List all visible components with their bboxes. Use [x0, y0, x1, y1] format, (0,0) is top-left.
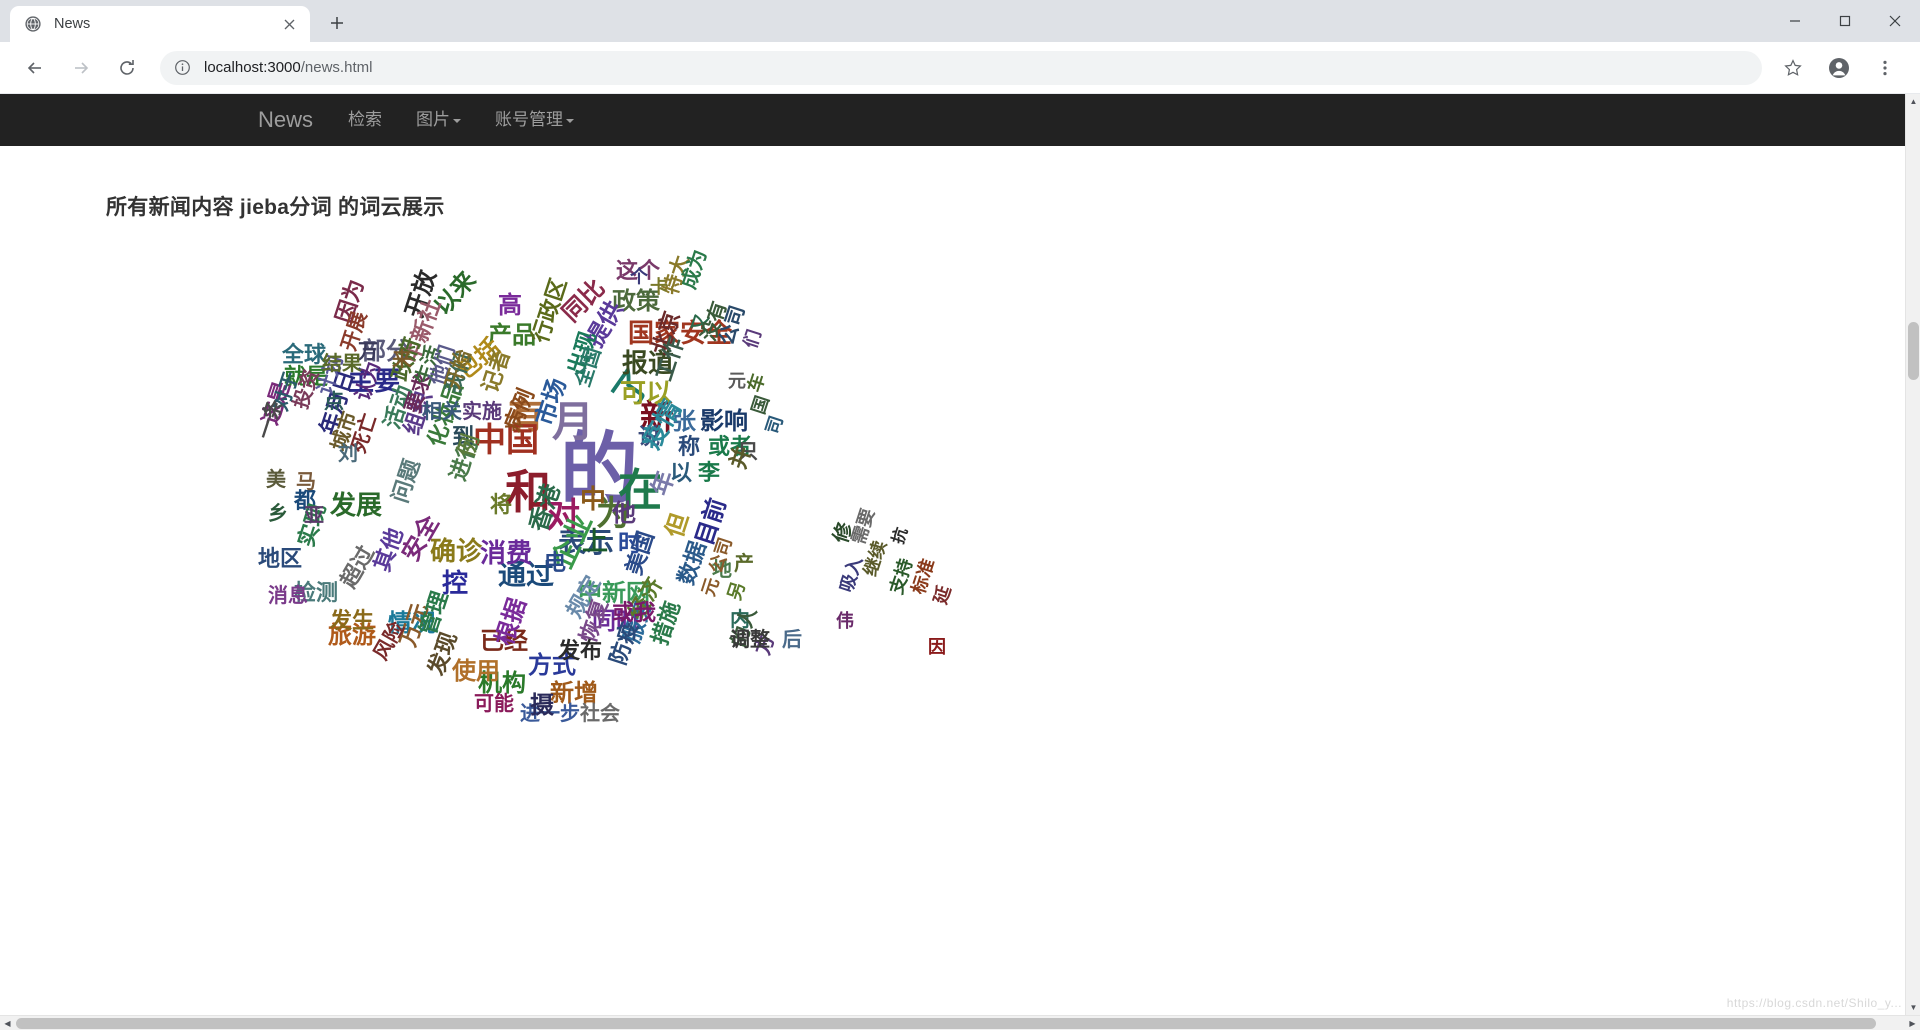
wordcloud-word: 车: [744, 371, 770, 395]
wordcloud-word: 但: [660, 509, 695, 542]
wordcloud-word: 相关: [422, 399, 462, 423]
browser-window: News localhost:3000/news.html News 检索 图片…: [0, 0, 1920, 1030]
wordcloud-word: 美: [266, 467, 286, 491]
wordcloud-word: 因: [928, 637, 946, 658]
reload-icon[interactable]: [110, 51, 144, 85]
toolbar-right-group: [1770, 51, 1908, 85]
wordcloud-word: 他: [612, 499, 636, 527]
profile-avatar-icon[interactable]: [1822, 51, 1856, 85]
nav-item-label: 图片: [416, 110, 451, 129]
wordcloud-word: 乡: [268, 501, 288, 525]
wordcloud-word: 高: [498, 291, 522, 319]
wordcloud-word: 上: [582, 527, 609, 557]
wordcloud-word: 另: [724, 579, 750, 603]
wordcloud-word: 消费: [480, 539, 533, 569]
chevron-down-icon: [566, 118, 575, 123]
wordcloud-word: 调整: [730, 627, 770, 651]
horizontal-scrollbar[interactable]: ◀ ▶: [0, 1015, 1920, 1030]
wordcloud-word: 来: [392, 347, 412, 371]
wordcloud-word: 管理: [416, 588, 454, 639]
wordcloud-word: 发布: [558, 639, 603, 664]
wordcloud-word: 消息: [268, 583, 308, 607]
wordcloud-word: 实施: [462, 399, 502, 423]
wordcloud-word: 伟: [836, 611, 854, 632]
page-viewport: News 检索 图片 账号管理 所有新闻内容 jieba分词 的词云展示 的和在…: [0, 94, 1920, 1030]
wordcloud-word: 或我: [612, 601, 657, 626]
wordcloud-word: 称: [678, 435, 701, 460]
wordcloud-word: 个: [630, 267, 648, 288]
wordcloud-word: 中: [580, 485, 607, 515]
wordcloud-word: 抗: [888, 525, 912, 547]
wordcloud-word: 结果: [322, 351, 362, 375]
horizontal-scrollbar-thumb[interactable]: [16, 1018, 1876, 1029]
nav-item-images[interactable]: 图片: [399, 94, 478, 146]
tab-title: News: [54, 16, 91, 32]
close-icon[interactable]: [278, 13, 300, 35]
nav-item-account-management[interactable]: 账号管理: [478, 94, 591, 146]
wordcloud-word: 一条: [252, 396, 288, 442]
site-navbar: News 检索 图片 账号管理: [0, 94, 1920, 146]
globe-icon: [24, 15, 42, 33]
wordcloud-word: 司: [762, 413, 788, 437]
nav-brand-news[interactable]: News: [240, 94, 331, 146]
vertical-scrollbar[interactable]: ▲ ▼: [1905, 94, 1920, 1015]
tab-strip: News: [0, 0, 1920, 42]
scroll-down-icon[interactable]: ▼: [1906, 1000, 1920, 1015]
plus-icon[interactable]: [320, 6, 354, 40]
nav-item-label: 账号管理: [495, 110, 564, 129]
scroll-right-icon[interactable]: ▶: [1905, 1016, 1920, 1030]
address-bar[interactable]: localhost:3000/news.html: [160, 50, 1762, 85]
minimize-icon[interactable]: [1770, 0, 1820, 42]
scroll-up-icon[interactable]: ▲: [1906, 94, 1920, 109]
wordcloud-word: 亚: [304, 503, 324, 527]
browser-toolbar: localhost:3000/news.html: [0, 42, 1920, 94]
window-controls: [1770, 0, 1920, 42]
watermark-text: https://blog.csdn.net/Shilo_y...: [1726, 996, 1902, 1010]
wordcloud-word: 全球: [282, 343, 327, 368]
maximize-icon[interactable]: [1820, 0, 1870, 42]
wordcloud-word: 电: [544, 551, 567, 576]
wordcloud-word: 将: [490, 493, 513, 518]
wordcloud-word: 产: [734, 551, 754, 575]
window-close-icon[interactable]: [1870, 0, 1920, 42]
back-arrow-icon[interactable]: [18, 51, 52, 85]
wordcloud-word: 点: [324, 389, 344, 413]
wordcloud-word: 卡: [650, 277, 668, 298]
scroll-left-icon[interactable]: ◀: [0, 1016, 15, 1030]
nav-item-label: 检索: [348, 110, 383, 129]
star-icon[interactable]: [1776, 51, 1810, 85]
wordcloud-word: 吸入: [836, 554, 868, 595]
vertical-scrollbar-thumb[interactable]: [1908, 322, 1919, 380]
wordcloud-word: 们: [740, 327, 766, 351]
wordcloud-word: 发生: [330, 609, 375, 634]
wordcloud-word: 刘: [338, 441, 358, 465]
info-circle-icon[interactable]: [174, 59, 192, 77]
wordcloud-word: 影响: [700, 407, 748, 435]
wordcloud-word: 地区: [258, 547, 303, 572]
forward-arrow-icon: [64, 51, 98, 85]
wordcloud-word: 延: [930, 583, 956, 607]
url-path: /news.html: [300, 59, 373, 76]
chevron-down-icon: [453, 118, 462, 123]
wordcloud-word: 后: [782, 627, 802, 651]
wordcloud-word: 马: [296, 469, 316, 493]
wordcloud-word: 可能: [474, 691, 514, 715]
url-text: localhost:3000/news.html: [204, 59, 372, 76]
url-host: localhost:3000: [204, 59, 301, 76]
wordcloud-canvas: 的和在月有中国对为新了表示 国家安全 报道 可以 政策 这个 通过 确诊 消费 发展 企业 情况 旅游机…: [230, 241, 1010, 931]
browser-tab-news[interactable]: News: [10, 6, 310, 42]
wordcloud-word: 发展: [330, 491, 383, 521]
wordcloud-word: 其他: [370, 524, 409, 575]
wordcloud-word: 成为: [676, 246, 712, 292]
wordcloud-word: 问题: [388, 456, 426, 507]
wordcloud-word: 使用: [452, 657, 500, 685]
wordcloud-container: 的和在月有中国对为新了表示 国家安全 报道 可以 政策 这个 通过 确诊 消费 发展 企业 情况 旅游机…: [0, 231, 1920, 931]
wordcloud-word: 社会: [580, 701, 620, 725]
nav-item-search[interactable]: 检索: [331, 94, 399, 146]
three-dot-menu-icon[interactable]: [1868, 51, 1902, 85]
wordcloud-word: 确诊: [430, 537, 483, 567]
wordcloud-word: 李: [698, 461, 721, 486]
page-title: 所有新闻内容 jieba分词 的词云展示: [106, 196, 445, 219]
wordcloud-word: 摄: [530, 691, 554, 719]
